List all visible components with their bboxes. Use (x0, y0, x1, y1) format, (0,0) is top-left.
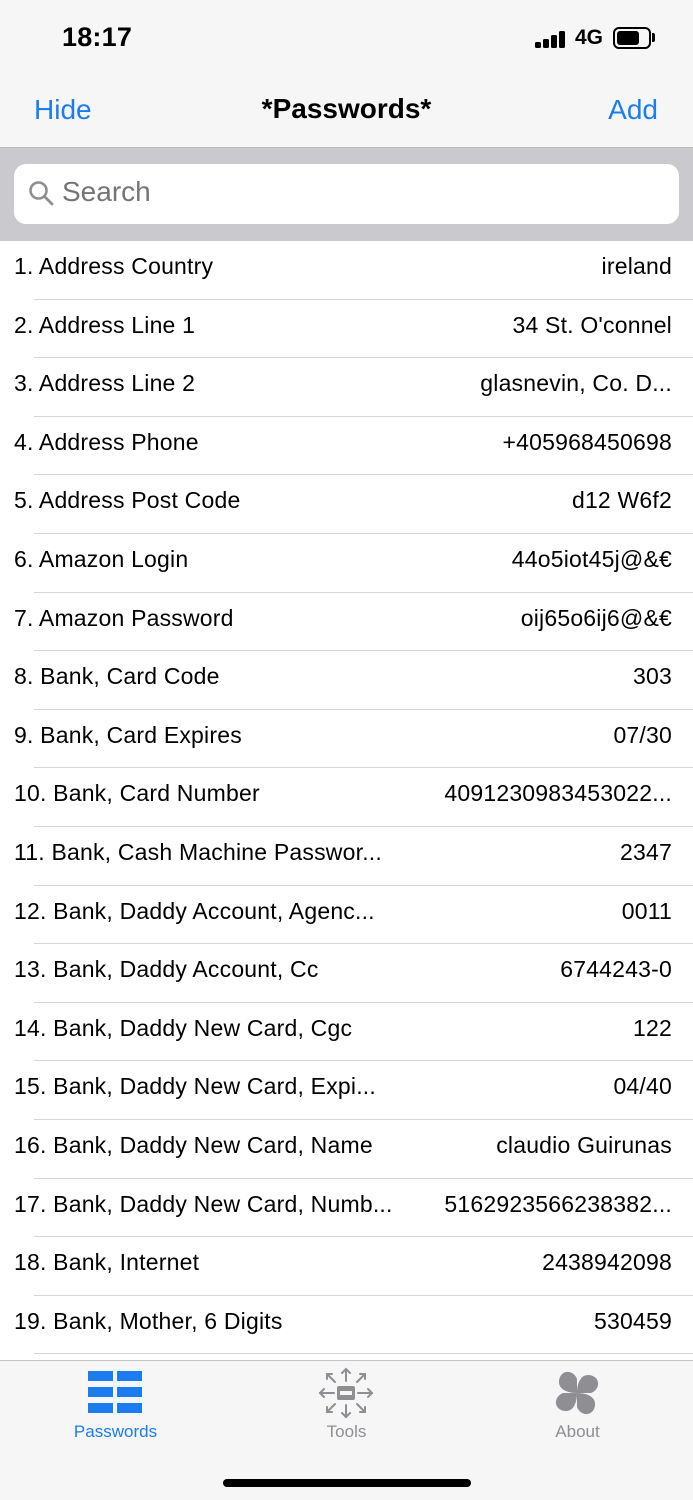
row-separator (34, 1353, 693, 1355)
list-item-value: 303 (633, 663, 672, 690)
list-item-label: 14. Bank, Daddy New Card, Cgc (14, 1014, 353, 1041)
list-item-value: ireland (601, 253, 672, 279)
tab-passwords[interactable]: Passwords (0, 1361, 231, 1456)
list-item[interactable]: 9. Bank, Card Expires 07/30 (0, 709, 693, 769)
list-item-value: 530459 (594, 1307, 672, 1334)
list-item[interactable]: 16. Bank, Daddy New Card, Name claudio Gu… (0, 1119, 693, 1179)
tab-about[interactable]: About (462, 1361, 693, 1456)
list-item-label: 15. Bank, Daddy New Card, Expi... (14, 1073, 376, 1100)
list-item-value: 04/40 (613, 1073, 672, 1100)
list-item-label: 6. Amazon Login (14, 545, 189, 572)
list-item-label: 13. Bank, Daddy Account, Cc (14, 956, 319, 983)
clover-icon (555, 1371, 599, 1415)
list-item[interactable]: 11. Bank, Cash Machine Passwor... 2347 (0, 826, 693, 886)
list-item-value: d12 W6f2 (571, 487, 672, 514)
list-item-value: 2438942098 (542, 1249, 672, 1276)
list-item-value: 07/30 (613, 721, 672, 748)
add-button[interactable]: Add (608, 94, 658, 126)
list-item-value: 44o5iot45j@&€ (511, 545, 672, 572)
list-item-label: 5. Address Post Code (14, 487, 241, 514)
tab-label-passwords: Passwords (73, 1422, 158, 1441)
tab-label-tools: Tools (326, 1422, 367, 1441)
list-item-label: 17. Bank, Daddy New Card, Numb... (14, 1190, 393, 1217)
tab-label-about: About (555, 1422, 600, 1441)
search-icon (29, 181, 54, 206)
navigation-bar: Hide *Passwords* Add (0, 74, 693, 148)
password-list: 1. Address Country ireland 2. Address Line… (0, 241, 693, 1355)
search-area (0, 148, 693, 241)
list-item[interactable]: 14. Bank, Daddy New Card, Cgc 122 (0, 1002, 693, 1062)
list-grid-icon (88, 1371, 142, 1413)
network-label: 4G (575, 26, 604, 49)
signal-icon (535, 30, 567, 48)
list-item-label: 16. Bank, Daddy New Card, Name (14, 1131, 373, 1158)
list-item-label: 7. Amazon Password (14, 604, 234, 631)
list-item-value: 5162923566238382... (444, 1190, 672, 1217)
list-item-label: 11. Bank, Cash Machine Passwor... (14, 838, 382, 865)
list-item-label: 4. Address Phone (14, 428, 199, 455)
list-item[interactable]: 19. Bank, Mother, 6 Digits 530459 (0, 1295, 693, 1355)
battery-icon (613, 27, 651, 49)
list-item-value: +405968450698 (502, 428, 672, 455)
list-item[interactable]: 1. Address Country ireland (0, 241, 693, 300)
list-item-value: 34 St. O'connel (512, 311, 672, 338)
list-item-label: 1. Address Country (14, 253, 214, 279)
status-time: 18:17 (62, 22, 133, 52)
list-item-value: glasnevin, Co. D... (480, 370, 672, 397)
tools-expand-icon (318, 1367, 374, 1419)
list-item-label: 2. Address Line 1 (14, 311, 196, 338)
list-item-label: 12. Bank, Daddy Account, Agenc... (14, 897, 375, 924)
search-field[interactable] (14, 164, 679, 224)
list-item-label: 8. Bank, Card Code (14, 663, 220, 690)
page-title: *Passwords* (261, 93, 432, 124)
list-item-label: 3. Address Line 2 (14, 370, 196, 397)
tab-tools[interactable]: Tools (231, 1361, 462, 1456)
list-item[interactable]: 6. Amazon Login 44o5iot45j@&€ (0, 533, 693, 593)
list-item[interactable]: 7. Amazon Password oij65o6ij6@&€ (0, 592, 693, 652)
list-item[interactable]: 8. Bank, Card Code 303 (0, 651, 693, 710)
list-item-label: 19. Bank, Mother, 6 Digits (14, 1307, 283, 1334)
list-item[interactable]: 10. Bank, Card Number 4091230983453022... (0, 768, 693, 827)
list-item[interactable]: 15. Bank, Daddy New Card, Expi... 04/40 (0, 1061, 693, 1120)
list-item-value: 2347 (620, 838, 672, 865)
list-item-value: 122 (633, 1014, 672, 1041)
list-item[interactable]: 2. Address Line 1 34 St. O'connel (0, 299, 693, 359)
list-item-label: 9. Bank, Card Expires (14, 721, 242, 748)
list-item[interactable]: 13. Bank, Daddy Account, Cc 6744243-0 (0, 944, 693, 1003)
battery-tip (652, 33, 655, 42)
list-item[interactable]: 5. Address Post Code d12 W6f2 (0, 475, 693, 534)
home-indicator[interactable] (223, 1479, 471, 1487)
list-item-value: 0011 (621, 897, 672, 924)
list-item-value: 6744243-0 (560, 956, 672, 983)
list-item-label: 10. Bank, Card Number (14, 780, 260, 807)
list-item-value: 4091230983453022... (444, 780, 672, 807)
list-item[interactable]: 12. Bank, Daddy Account, Agenc... 0011 (0, 885, 693, 945)
list-item[interactable]: 4. Address Phone +405968450698 (0, 416, 693, 476)
list-item[interactable]: 3. Address Line 2 glasnevin, Co. D... (0, 358, 693, 417)
list-item[interactable]: 18. Bank, Internet 2438942098 (0, 1237, 693, 1296)
list-item[interactable]: 17. Bank, Daddy New Card, Numb... 5162923… (0, 1178, 693, 1238)
list-item-label: 18. Bank, Internet (14, 1249, 200, 1276)
list-item-value: oij65o6ij6@&€ (520, 604, 672, 631)
list-item-value: claudio Guirunas (496, 1131, 672, 1158)
status-bar: 18:17 4G (0, 0, 693, 74)
search-input[interactable] (62, 176, 622, 208)
